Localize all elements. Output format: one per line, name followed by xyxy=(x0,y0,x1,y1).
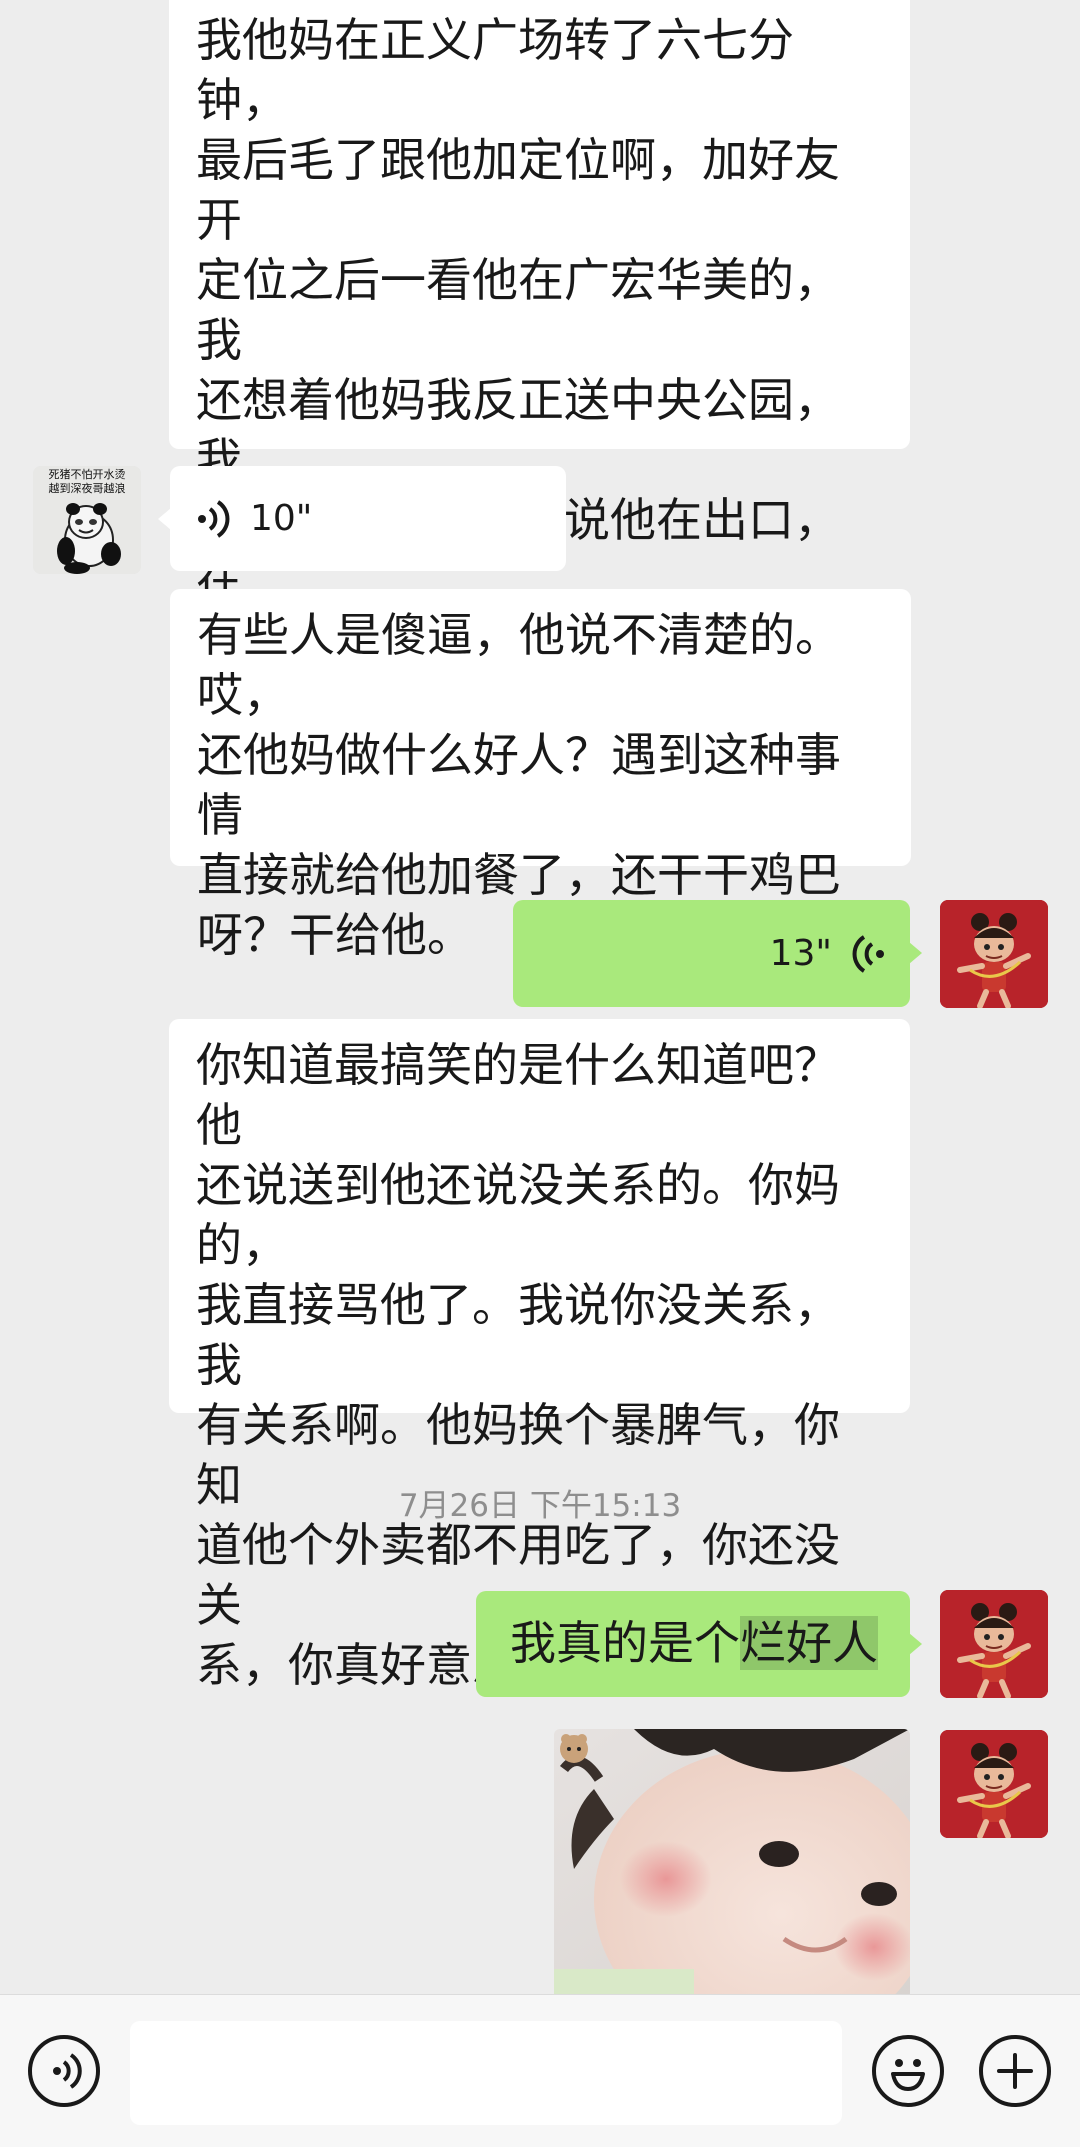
voice-wave-icon xyxy=(852,934,884,973)
sticker-caption-line2: 越到深夜哥越浪 xyxy=(48,482,126,495)
my-avatar[interactable] xyxy=(940,1590,1048,1698)
message-text-plain: 我真的是个 xyxy=(510,1616,740,1670)
chat-input-bar xyxy=(0,1994,1080,2147)
message-input[interactable] xyxy=(130,2021,842,2125)
message-text: 我真的是个烂好人 xyxy=(476,1591,910,1673)
more-button[interactable] xyxy=(979,2035,1051,2107)
message-bubble-incoming[interactable]: 有些人是傻逼，他说不清楚的。哎， 还他妈做什么好人？遇到这种事情 直接就给他加餐… xyxy=(170,589,911,962)
voice-duration: 10" xyxy=(250,497,313,539)
emoji-button[interactable] xyxy=(872,2035,944,2107)
chat-timestamp: 7月26日 下午15:13 xyxy=(398,1488,682,1524)
message-bubble-outgoing[interactable]: 我真的是个烂好人 xyxy=(476,1591,922,1697)
message-bubble-incoming[interactable]: 我他妈在正义广场转了六七分钟， 最后毛了跟他加定位啊，加好友开 定位之后一看他在… xyxy=(169,0,910,787)
baby-photo-image xyxy=(554,1729,910,1994)
voice-message-incoming[interactable]: 10" xyxy=(158,466,566,571)
cartoon-character-icon xyxy=(940,1590,1048,1698)
emoji-icon xyxy=(891,2059,925,2091)
my-avatar[interactable] xyxy=(940,900,1048,1008)
message-bubble-incoming[interactable]: 你知道最搞笑的是什么知道吧？他 还说送到他还说没关系的。你妈的， 我直接骂他了。… xyxy=(169,1019,910,1692)
cartoon-character-icon xyxy=(940,900,1048,1008)
voice-icon xyxy=(53,2053,82,2089)
voice-wave-icon xyxy=(198,499,230,538)
friend-avatar[interactable]: 死猪不怕开水烫 越到深夜哥越浪 xyxy=(33,466,141,574)
voice-duration: 13" xyxy=(769,932,832,974)
selected-text-highlight[interactable]: 烂好人 xyxy=(740,1616,878,1670)
chat-area[interactable]: 我他妈在正义广场转了六七分钟， 最后毛了跟他加定位啊，加好友开 定位之后一看他在… xyxy=(0,0,1080,1994)
plus-icon xyxy=(997,2053,1033,2089)
my-avatar[interactable] xyxy=(940,1730,1048,1838)
sticker-caption-line1: 死猪不怕开水烫 xyxy=(48,468,126,481)
voice-toggle-button[interactable] xyxy=(28,2035,100,2107)
cartoon-character-icon xyxy=(940,1730,1048,1838)
image-message-outgoing[interactable] xyxy=(554,1729,910,1994)
voice-message-outgoing[interactable]: 13" xyxy=(513,900,922,1007)
